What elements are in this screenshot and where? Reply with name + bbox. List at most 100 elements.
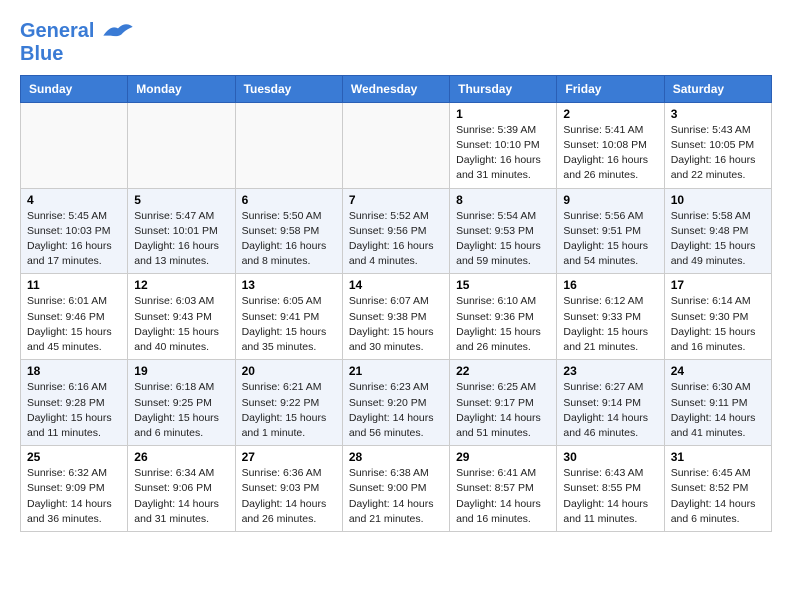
- day-number: 27: [242, 450, 336, 464]
- calendar-cell: 25Sunrise: 6:32 AMSunset: 9:09 PMDayligh…: [21, 446, 128, 532]
- calendar-cell: 12 Sunrise: 6:03 AMSunset: 9:43 PMDayligh…: [128, 274, 235, 360]
- day-info: Sunrise: 6:32 AMSunset: 9:09 PMDaylight:…: [27, 466, 121, 527]
- day-info: Sunrise: 5:43 AMSunset: 10:05 PMDaylight…: [671, 123, 765, 184]
- column-header-sunday: Sunday: [21, 75, 128, 102]
- day-number: 14: [349, 278, 443, 292]
- calendar-cell: 9 Sunrise: 5:56 AMSunset: 9:51 PMDaylight…: [557, 188, 664, 274]
- calendar-cell: [235, 102, 342, 188]
- day-info: Sunrise: 5:52 AMSunset: 9:56 PMDaylight:…: [349, 209, 443, 270]
- day-number: 19: [134, 364, 228, 378]
- calendar-week-row: 11 Sunrise: 6:01 AMSunset: 9:46 PMDayligh…: [21, 274, 772, 360]
- calendar-cell: 31 Sunrise: 6:45 AMSunset: 8:52 PMDayligh…: [664, 446, 771, 532]
- day-number: 1: [456, 107, 550, 121]
- day-info: Sunrise: 5:50 AMSunset: 9:58 PMDaylight:…: [242, 209, 336, 270]
- day-info: Sunrise: 5:54 AMSunset: 9:53 PMDaylight:…: [456, 209, 550, 270]
- day-number: 12: [134, 278, 228, 292]
- day-info: Sunrise: 6:36 AMSunset: 9:03 PMDaylight:…: [242, 466, 336, 527]
- calendar-cell: 24 Sunrise: 6:30 AMSunset: 9:11 PMDayligh…: [664, 360, 771, 446]
- day-number: 31: [671, 450, 765, 464]
- day-info: Sunrise: 6:16 AMSunset: 9:28 PMDaylight:…: [27, 380, 121, 441]
- calendar-cell: 17Sunrise: 6:14 AMSunset: 9:30 PMDayligh…: [664, 274, 771, 360]
- calendar-cell: 29 Sunrise: 6:41 AMSunset: 8:57 PMDayligh…: [450, 446, 557, 532]
- day-number: 30: [563, 450, 657, 464]
- calendar-week-row: 1 Sunrise: 5:39 AMSunset: 10:10 PMDayligh…: [21, 102, 772, 188]
- day-number: 28: [349, 450, 443, 464]
- calendar-cell: 6 Sunrise: 5:50 AMSunset: 9:58 PMDaylight…: [235, 188, 342, 274]
- day-info: Sunrise: 6:23 AMSunset: 9:20 PMDaylight:…: [349, 380, 443, 441]
- calendar-cell: 5 Sunrise: 5:47 AMSunset: 10:01 PMDayligh…: [128, 188, 235, 274]
- day-number: 6: [242, 193, 336, 207]
- calendar-cell: 27 Sunrise: 6:36 AMSunset: 9:03 PMDayligh…: [235, 446, 342, 532]
- day-info: Sunrise: 5:58 AMSunset: 9:48 PMDaylight:…: [671, 209, 765, 270]
- day-info: Sunrise: 6:43 AMSunset: 8:55 PMDaylight:…: [563, 466, 657, 527]
- calendar-cell: 22 Sunrise: 6:25 AMSunset: 9:17 PMDayligh…: [450, 360, 557, 446]
- day-info: Sunrise: 6:38 AMSunset: 9:00 PMDaylight:…: [349, 466, 443, 527]
- day-number: 18: [27, 364, 121, 378]
- calendar-week-row: 25Sunrise: 6:32 AMSunset: 9:09 PMDayligh…: [21, 446, 772, 532]
- day-info: Sunrise: 6:27 AMSunset: 9:14 PMDaylight:…: [563, 380, 657, 441]
- column-header-monday: Monday: [128, 75, 235, 102]
- day-info: Sunrise: 6:05 AMSunset: 9:41 PMDaylight:…: [242, 294, 336, 355]
- day-number: 20: [242, 364, 336, 378]
- column-header-wednesday: Wednesday: [342, 75, 449, 102]
- calendar-week-row: 18 Sunrise: 6:16 AMSunset: 9:28 PMDayligh…: [21, 360, 772, 446]
- day-info: Sunrise: 5:45 AMSunset: 10:03 PMDaylight…: [27, 209, 121, 270]
- day-info: Sunrise: 5:41 AMSunset: 10:08 PMDaylight…: [563, 123, 657, 184]
- calendar-cell: 7Sunrise: 5:52 AMSunset: 9:56 PMDaylight…: [342, 188, 449, 274]
- page-header: General Blue: [20, 20, 772, 65]
- day-info: Sunrise: 6:30 AMSunset: 9:11 PMDaylight:…: [671, 380, 765, 441]
- day-number: 17: [671, 278, 765, 292]
- day-info: Sunrise: 6:07 AMSunset: 9:38 PMDaylight:…: [349, 294, 443, 355]
- day-info: Sunrise: 5:56 AMSunset: 9:51 PMDaylight:…: [563, 209, 657, 270]
- day-number: 11: [27, 278, 121, 292]
- calendar-cell: 20Sunrise: 6:21 AMSunset: 9:22 PMDayligh…: [235, 360, 342, 446]
- column-header-saturday: Saturday: [664, 75, 771, 102]
- logo-bird-icon: [103, 21, 133, 43]
- calendar-cell: 23 Sunrise: 6:27 AMSunset: 9:14 PMDayligh…: [557, 360, 664, 446]
- day-info: Sunrise: 6:12 AMSunset: 9:33 PMDaylight:…: [563, 294, 657, 355]
- calendar-cell: 26 Sunrise: 6:34 AMSunset: 9:06 PMDayligh…: [128, 446, 235, 532]
- day-number: 29: [456, 450, 550, 464]
- calendar-cell: 16 Sunrise: 6:12 AMSunset: 9:33 PMDayligh…: [557, 274, 664, 360]
- day-info: Sunrise: 6:10 AMSunset: 9:36 PMDaylight:…: [456, 294, 550, 355]
- day-number: 16: [563, 278, 657, 292]
- calendar-week-row: 4 Sunrise: 5:45 AMSunset: 10:03 PMDayligh…: [21, 188, 772, 274]
- calendar-header-row: SundayMondayTuesdayWednesdayThursdayFrid…: [21, 75, 772, 102]
- calendar-cell: [128, 102, 235, 188]
- day-number: 23: [563, 364, 657, 378]
- day-number: 9: [563, 193, 657, 207]
- day-number: 5: [134, 193, 228, 207]
- day-info: Sunrise: 5:47 AMSunset: 10:01 PMDaylight…: [134, 209, 228, 270]
- day-info: Sunrise: 6:01 AMSunset: 9:46 PMDaylight:…: [27, 294, 121, 355]
- column-header-thursday: Thursday: [450, 75, 557, 102]
- calendar-cell: 15 Sunrise: 6:10 AMSunset: 9:36 PMDayligh…: [450, 274, 557, 360]
- day-number: 24: [671, 364, 765, 378]
- calendar-cell: 1 Sunrise: 5:39 AMSunset: 10:10 PMDayligh…: [450, 102, 557, 188]
- calendar-cell: 14 Sunrise: 6:07 AMSunset: 9:38 PMDayligh…: [342, 274, 449, 360]
- day-number: 8: [456, 193, 550, 207]
- day-info: Sunrise: 6:03 AMSunset: 9:43 PMDaylight:…: [134, 294, 228, 355]
- day-info: Sunrise: 5:39 AMSunset: 10:10 PMDaylight…: [456, 123, 550, 184]
- day-number: 26: [134, 450, 228, 464]
- day-info: Sunrise: 6:41 AMSunset: 8:57 PMDaylight:…: [456, 466, 550, 527]
- calendar-cell: 19 Sunrise: 6:18 AMSunset: 9:25 PMDayligh…: [128, 360, 235, 446]
- logo: General Blue: [20, 20, 133, 65]
- day-number: 10: [671, 193, 765, 207]
- day-number: 15: [456, 278, 550, 292]
- day-info: Sunrise: 6:45 AMSunset: 8:52 PMDaylight:…: [671, 466, 765, 527]
- calendar-cell: 21Sunrise: 6:23 AMSunset: 9:20 PMDayligh…: [342, 360, 449, 446]
- day-number: 4: [27, 193, 121, 207]
- calendar-cell: 28 Sunrise: 6:38 AMSunset: 9:00 PMDayligh…: [342, 446, 449, 532]
- calendar-cell: 30 Sunrise: 6:43 AMSunset: 8:55 PMDayligh…: [557, 446, 664, 532]
- calendar-table: SundayMondayTuesdayWednesdayThursdayFrid…: [20, 75, 772, 532]
- calendar-cell: 10 Sunrise: 5:58 AMSunset: 9:48 PMDayligh…: [664, 188, 771, 274]
- calendar-cell: 13Sunrise: 6:05 AMSunset: 9:41 PMDayligh…: [235, 274, 342, 360]
- calendar-cell: 11 Sunrise: 6:01 AMSunset: 9:46 PMDayligh…: [21, 274, 128, 360]
- calendar-cell: 8 Sunrise: 5:54 AMSunset: 9:53 PMDaylight…: [450, 188, 557, 274]
- day-info: Sunrise: 6:18 AMSunset: 9:25 PMDaylight:…: [134, 380, 228, 441]
- day-info: Sunrise: 6:34 AMSunset: 9:06 PMDaylight:…: [134, 466, 228, 527]
- day-number: 22: [456, 364, 550, 378]
- day-info: Sunrise: 6:25 AMSunset: 9:17 PMDaylight:…: [456, 380, 550, 441]
- column-header-friday: Friday: [557, 75, 664, 102]
- day-number: 2: [563, 107, 657, 121]
